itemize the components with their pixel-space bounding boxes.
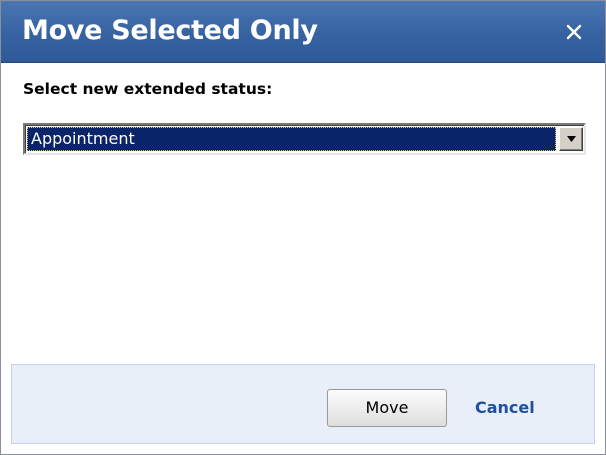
close-button[interactable] — [561, 19, 587, 45]
dialog-titlebar: Move Selected Only — [1, 1, 605, 63]
close-icon — [561, 19, 587, 45]
move-selected-dialog: Move Selected Only Select new extended s… — [0, 0, 606, 455]
dialog-title: Move Selected Only — [22, 15, 318, 46]
selected-status-value: Appointment — [27, 127, 556, 151]
extended-status-select[interactable]: Appointment — [23, 123, 586, 155]
cancel-link[interactable]: Cancel — [475, 398, 535, 417]
move-button[interactable]: Move — [327, 389, 447, 427]
dialog-footer: Move Cancel — [11, 364, 595, 444]
status-prompt-label: Select new extended status: — [23, 80, 273, 98]
dropdown-arrow-button[interactable] — [559, 127, 583, 151]
